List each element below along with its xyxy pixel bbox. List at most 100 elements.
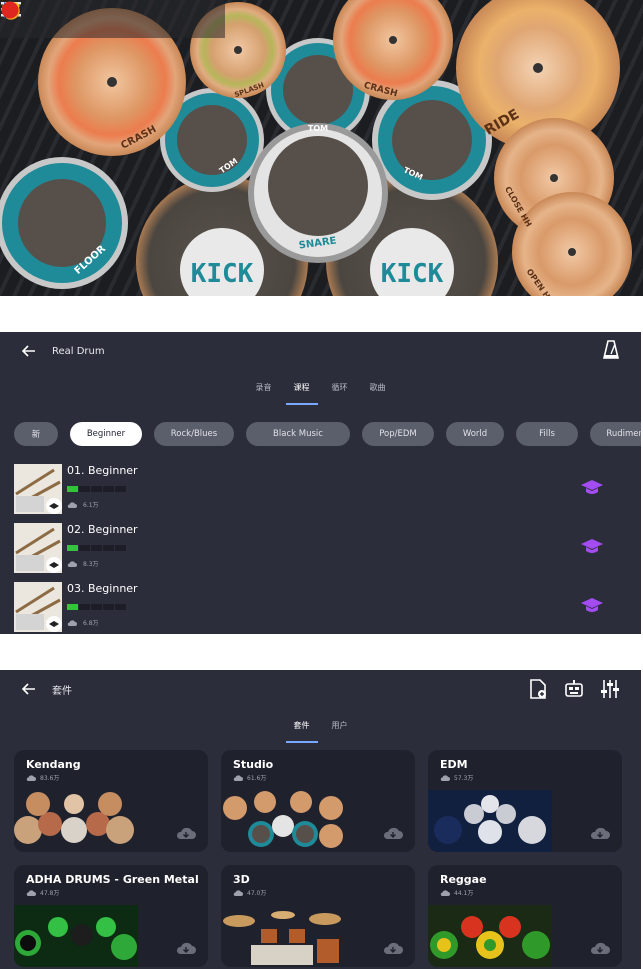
chip-fills[interactable]: Fills xyxy=(516,422,578,446)
download-icon[interactable] xyxy=(383,940,403,959)
page-title: 套件 xyxy=(52,685,72,697)
kit-card-reggae[interactable]: Reggae 44.1万 xyxy=(428,865,622,967)
lessons-screen: Real Drum 录音 课程 循环 歌曲 新 Beginner Rock/Bl… xyxy=(0,332,641,634)
chip-pop-edm[interactable]: Pop/EDM xyxy=(362,422,434,446)
lesson-title: 01. Beginner xyxy=(67,464,138,477)
lesson-downloads: 6.8万 xyxy=(67,618,99,627)
graduation-cap-icon[interactable] xyxy=(580,478,604,500)
back-arrow-icon[interactable] xyxy=(18,340,40,362)
app-title: Real Drum xyxy=(52,345,105,357)
download-icon[interactable] xyxy=(590,825,610,844)
kit-card-green-metal[interactable]: ADHA DRUMS - Green Metal 47.8万 xyxy=(14,865,208,967)
kit-card-kendang[interactable]: Kendang 83.6万 xyxy=(14,750,208,852)
import-file-icon[interactable] xyxy=(527,678,549,700)
download-icon[interactable] xyxy=(176,940,196,959)
mixer-sliders-icon[interactable] xyxy=(599,678,621,700)
floor-tom-pad[interactable] xyxy=(0,157,128,289)
progress-segment xyxy=(79,604,90,610)
tab-lessons[interactable]: 课程 xyxy=(285,376,318,405)
shirt-icon[interactable] xyxy=(2,0,120,38)
progress-segment xyxy=(91,604,102,610)
kit-downloads: 57.3万 xyxy=(440,773,473,782)
progress-segment xyxy=(67,545,78,551)
progress-segment xyxy=(103,545,114,551)
kit-downloads: 47.8万 xyxy=(26,888,59,897)
kit-preview-image xyxy=(428,790,552,852)
cloud-icon xyxy=(26,889,36,896)
lesson-row[interactable]: 03. Beginner 6.8万 xyxy=(14,582,626,632)
cloud-icon xyxy=(26,774,36,781)
chip-beginner[interactable]: Beginner xyxy=(70,422,142,446)
cloud-icon xyxy=(233,774,243,781)
kick-right-label: KICK xyxy=(381,259,444,289)
lesson-title: 03. Beginner xyxy=(67,582,138,595)
kit-name: Kendang xyxy=(26,758,81,771)
chip-world[interactable]: World xyxy=(446,422,504,446)
lesson-row[interactable]: 01. Beginner 6.1万 xyxy=(14,464,626,514)
progress-segment xyxy=(115,604,126,610)
kit-downloads: 61.6万 xyxy=(233,773,266,782)
chip-new[interactable]: 新 xyxy=(14,422,58,446)
play-icon[interactable] xyxy=(4,0,160,38)
tab-record[interactable]: 录音 xyxy=(252,376,276,399)
kit-downloads: 44.1万 xyxy=(440,888,473,897)
metronome-icon[interactable] xyxy=(602,340,620,364)
lesson-progress xyxy=(67,486,126,492)
progress-segment xyxy=(115,545,126,551)
tom-2-label: TOM xyxy=(308,124,328,133)
lesson-downloads: 8.3万 xyxy=(67,559,99,568)
lesson-downloads: 6.1万 xyxy=(67,500,99,509)
graduation-cap-icon[interactable] xyxy=(580,596,604,618)
download-icon[interactable] xyxy=(176,825,196,844)
tab-kits[interactable]: 套件 xyxy=(285,714,318,743)
download-icon[interactable] xyxy=(383,825,403,844)
robot-icon[interactable] xyxy=(563,678,585,700)
graduation-cap-icon[interactable] xyxy=(580,537,604,559)
lesson-row[interactable]: 02. Beginner 8.3万 xyxy=(14,523,626,573)
kit-preview-image xyxy=(221,905,345,967)
tab-songs[interactable]: 歌曲 xyxy=(366,376,390,399)
kit-card-edm[interactable]: EDM 57.3万 xyxy=(428,750,622,852)
download-icon[interactable] xyxy=(590,940,610,959)
kit-name: ADHA DRUMS - Green Metal xyxy=(26,873,199,886)
kits-tabs: 套件 用户 xyxy=(0,708,641,743)
kit-name: 3D xyxy=(233,873,250,886)
cloud-icon xyxy=(67,560,77,567)
progress-segment xyxy=(79,486,90,492)
lesson-title: 02. Beginner xyxy=(67,523,138,536)
lesson-progress xyxy=(67,545,126,551)
chip-rudiments[interactable]: Rudiments xyxy=(590,422,641,446)
drum-kit-view: CRASH SPLASH CRASH RIDE TOM TOM TOM SNAR… xyxy=(0,0,643,296)
tab-user[interactable]: 用户 xyxy=(328,714,352,737)
progress-segment xyxy=(115,486,126,492)
kits-screen: 套件 套件 用户 Kendang 83.6万 Studio 61.6万 EDM … xyxy=(0,670,641,969)
lessons-header: Real Drum xyxy=(0,332,641,370)
progress-segment xyxy=(103,486,114,492)
chip-black-music[interactable]: Black Music xyxy=(246,422,350,446)
cloud-icon xyxy=(440,889,450,896)
chip-rock-blues[interactable]: Rock/Blues xyxy=(154,422,234,446)
drum-kit-canvas: CRASH SPLASH CRASH RIDE TOM TOM TOM SNAR… xyxy=(0,0,632,296)
loop-icon[interactable] xyxy=(2,0,80,38)
kick-left-label: KICK xyxy=(191,259,254,289)
kit-preview-image xyxy=(221,790,345,852)
tab-loops[interactable]: 循环 xyxy=(328,376,352,399)
category-chips: 新 Beginner Rock/Blues Black Music Pop/ED… xyxy=(0,404,641,446)
kit-card-studio[interactable]: Studio 61.6万 xyxy=(221,750,415,852)
record-icon[interactable] xyxy=(1,0,200,38)
kit-downloads: 83.6万 xyxy=(26,773,59,782)
cloud-icon xyxy=(67,501,77,508)
kit-name: Reggae xyxy=(440,873,487,886)
kit-preview-image xyxy=(14,790,138,852)
kit-toolbar xyxy=(0,0,225,38)
lesson-thumbnail xyxy=(14,523,62,573)
progress-segment xyxy=(67,604,78,610)
kits-header-actions xyxy=(527,678,621,700)
progress-segment xyxy=(91,486,102,492)
cloud-icon xyxy=(67,619,77,626)
cloud-icon xyxy=(233,889,243,896)
progress-segment xyxy=(103,604,114,610)
back-arrow-icon[interactable] xyxy=(18,678,40,700)
kit-card-3d[interactable]: 3D 47.0万 xyxy=(221,865,415,967)
progress-segment xyxy=(79,545,90,551)
